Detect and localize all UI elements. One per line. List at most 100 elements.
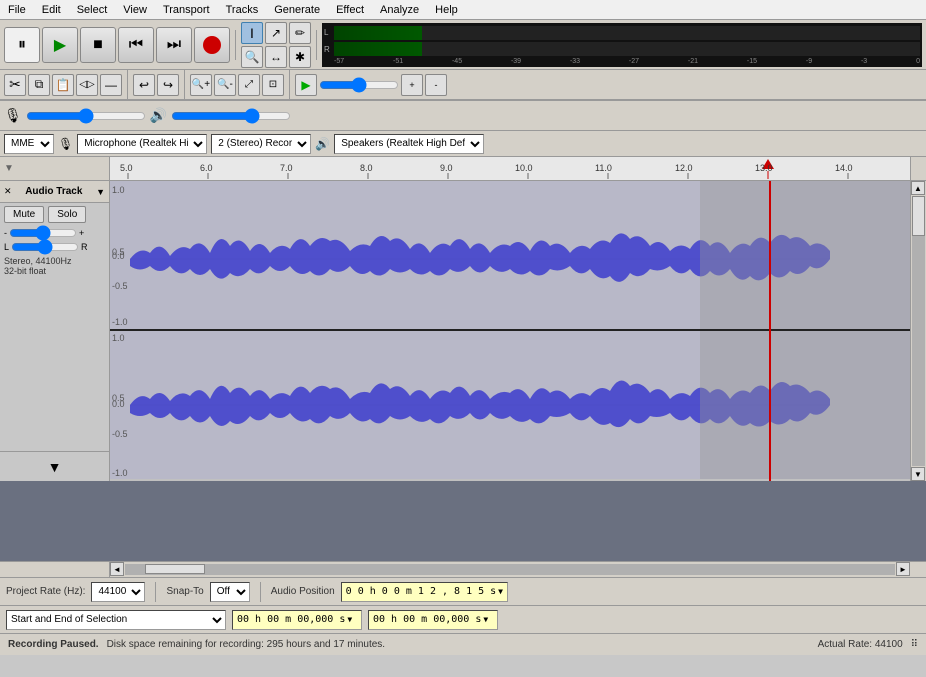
v-scroll-track[interactable] xyxy=(912,196,925,466)
v-scroll-thumb[interactable] xyxy=(912,196,925,236)
scroll-right-button[interactable]: ► xyxy=(896,562,910,576)
speaker-device-icon: 🔊 xyxy=(315,137,330,151)
h-scroll-thumb[interactable] xyxy=(145,564,205,574)
zoom-sel-button[interactable]: ⊡ xyxy=(262,74,284,96)
menu-view[interactable]: View xyxy=(115,2,155,18)
mic-icon: 🎙 xyxy=(4,107,22,124)
horizontal-scrollbar[interactable]: ◄ ► xyxy=(0,561,926,577)
menu-transport[interactable]: Transport xyxy=(155,2,218,18)
zoom-out-button[interactable]: 🔍- xyxy=(214,74,236,96)
h-scroll-track[interactable] xyxy=(125,564,895,575)
silence-button[interactable]: — xyxy=(100,74,122,96)
separator-1 xyxy=(235,30,236,60)
disk-space-status: Disk space remaining for recording: 295 … xyxy=(107,639,385,650)
selection-mode-select[interactable]: Start and End of Selection xyxy=(6,610,226,630)
track-controls-panel: ✕ Audio Track ▼ Mute Solo - + L R Stereo… xyxy=(0,181,110,481)
selection-tool-button[interactable]: I xyxy=(241,22,263,44)
svg-text:10.0: 10.0 xyxy=(515,163,533,173)
channels-select[interactable]: 2 (Stereo) Recor xyxy=(211,134,311,154)
api-select[interactable]: MME xyxy=(4,134,54,154)
ruler-marks-area[interactable]: 5.0 6.0 7.0 8.0 9.0 10.0 11.0 12.0 13.0 … xyxy=(110,157,910,180)
gain-slider[interactable] xyxy=(9,228,77,238)
playback-speed-slider[interactable] xyxy=(319,79,399,91)
audio-position-dropdown-btn[interactable]: ▼ xyxy=(498,587,503,596)
draw-tool-button[interactable]: ✏ xyxy=(289,22,311,44)
skip-start-button[interactable]: ⏮ xyxy=(118,27,154,63)
speaker-device-select[interactable]: Speakers (Realtek High Defi xyxy=(334,134,484,154)
menu-help[interactable]: Help xyxy=(427,2,466,18)
paste-button[interactable]: 📋 xyxy=(52,74,74,96)
cut-icon: ✂ xyxy=(9,76,21,93)
pan-slider-row: L R xyxy=(0,240,109,254)
scroll-up-button[interactable]: ▲ xyxy=(911,181,925,195)
timeline-start-marker: ▼ xyxy=(4,163,14,174)
device-bar: MME 🎙 Microphone (Realtek High 2 (Stereo… xyxy=(0,131,926,157)
menu-tracks[interactable]: Tracks xyxy=(218,2,267,18)
record-button[interactable] xyxy=(194,27,230,63)
copy-button[interactable]: ⧉ xyxy=(28,74,50,96)
stop-button[interactable]: ■ xyxy=(80,27,116,63)
undo-button[interactable]: ↩ xyxy=(133,74,155,96)
solo-button[interactable]: Solo xyxy=(48,206,86,223)
track-bit-depth: 32-bit float xyxy=(4,266,105,276)
audio-position-display[interactable]: 0 0 h 0 0 m 1 2 , 8 1 5 s ▼ xyxy=(341,582,508,602)
envelope-tool-button[interactable]: ↗ xyxy=(265,22,287,44)
menu-analyze[interactable]: Analyze xyxy=(372,2,427,18)
menu-effect[interactable]: Effect xyxy=(328,2,372,18)
svg-text:1.0: 1.0 xyxy=(112,185,125,195)
svg-text:6.0: 6.0 xyxy=(200,163,213,173)
playback-zoom-out[interactable]: - xyxy=(425,74,447,96)
separator-2 xyxy=(316,30,317,60)
menu-select[interactable]: Select xyxy=(69,2,116,18)
snap-to-select[interactable]: Off xyxy=(210,582,250,602)
vertical-scrollbar[interactable]: ▲ ▼ xyxy=(910,181,926,481)
redo-button[interactable]: ↪ xyxy=(157,74,179,96)
selection-end-dropdown[interactable]: ▼ xyxy=(483,615,488,624)
pan-slider[interactable] xyxy=(11,242,79,252)
mic-volume-slider[interactable] xyxy=(26,110,146,122)
zoom-fit-button[interactable]: ⤢ xyxy=(238,74,260,96)
zoom-tool-button[interactable]: 🔍 xyxy=(241,46,263,68)
selection-start-display[interactable]: 00 h 00 m 00,000 s ▼ xyxy=(232,610,362,630)
pause-button[interactable]: ⏸ xyxy=(4,27,40,63)
play-button[interactable]: ▶ xyxy=(42,27,78,63)
menu-edit[interactable]: Edit xyxy=(34,2,69,18)
vu-l-label: L xyxy=(324,28,334,37)
track-expand-button[interactable]: ▼ xyxy=(0,451,109,481)
snap-to-label: Snap-To xyxy=(166,586,203,597)
speaker-volume-slider[interactable] xyxy=(171,110,291,122)
project-rate-label: Project Rate (Hz): xyxy=(6,586,85,597)
timeshift-tool-button[interactable]: ↔ xyxy=(265,46,287,68)
selection-end-display[interactable]: 00 h 00 m 00,000 s ▼ xyxy=(368,610,498,630)
svg-text:-1.0: -1.0 xyxy=(112,317,128,327)
project-rate-select[interactable]: 44100 xyxy=(91,582,145,602)
track-close-button[interactable]: ✕ xyxy=(4,186,12,197)
menu-generate[interactable]: Generate xyxy=(266,2,328,18)
scroll-down-button[interactable]: ▼ xyxy=(911,467,925,481)
cut-button[interactable]: ✂ xyxy=(4,74,26,96)
track-mute-solo-area: Mute Solo xyxy=(0,203,109,226)
zoom-in-button[interactable]: 🔍+ xyxy=(190,74,212,96)
waveform-area[interactable]: 1.0 0.5 0.0 -0.5 -1.0 1.0 0.5 0.0 -0.5 -… xyxy=(110,181,910,481)
trim-button[interactable]: ◁▷ xyxy=(76,74,98,96)
stop-icon: ■ xyxy=(93,36,103,54)
status-sep-1 xyxy=(155,582,156,602)
selection-bar: Start and End of Selection 00 h 00 m 00,… xyxy=(0,605,926,633)
mute-button[interactable]: Mute xyxy=(4,206,44,223)
svg-text:7.0: 7.0 xyxy=(280,163,293,173)
multi-icon: ✱ xyxy=(295,50,305,64)
zoom-sel-icon: ⊡ xyxy=(269,79,277,90)
playback-zoom-in[interactable]: + xyxy=(401,74,423,96)
mic-device-select[interactable]: Microphone (Realtek High xyxy=(77,134,207,154)
svg-text:11.0: 11.0 xyxy=(595,163,612,173)
redo-icon: ↪ xyxy=(163,78,173,92)
skip-end-button[interactable]: ⏭ xyxy=(156,27,192,63)
selection-start-dropdown[interactable]: ▼ xyxy=(347,615,352,624)
track-dropdown-button[interactable]: ▼ xyxy=(96,187,105,197)
gain-slider-row: - + xyxy=(0,226,109,240)
scroll-left-button[interactable]: ◄ xyxy=(110,562,124,576)
playback-play-button[interactable]: ▶ xyxy=(295,74,317,96)
multi-tool-button[interactable]: ✱ xyxy=(289,46,311,68)
menu-file[interactable]: File xyxy=(0,2,34,18)
resize-handle[interactable]: ⠿ xyxy=(911,639,918,650)
